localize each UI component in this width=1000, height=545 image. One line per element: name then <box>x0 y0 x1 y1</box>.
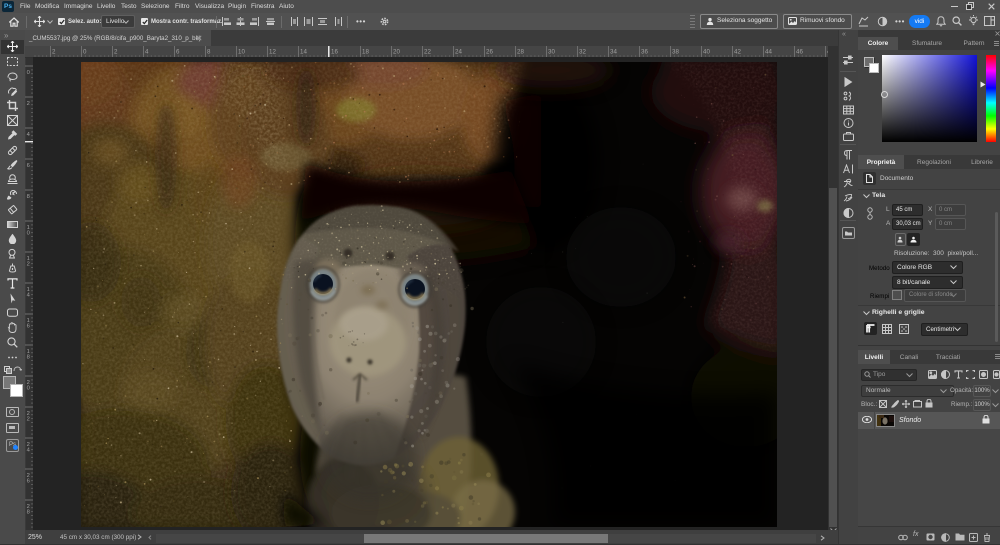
svg-text:24: 24 <box>455 49 462 56</box>
svg-text:44: 44 <box>765 49 772 56</box>
svg-text:42: 42 <box>734 49 741 56</box>
svg-text:10: 10 <box>238 49 245 56</box>
svg-text:38: 38 <box>672 49 679 56</box>
svg-text:32: 32 <box>579 49 586 56</box>
svg-text:8: 8 <box>27 194 30 200</box>
svg-text:2: 2 <box>52 49 56 56</box>
svg-text:34: 34 <box>610 49 617 56</box>
svg-text:14: 14 <box>300 49 307 56</box>
svg-text:16: 16 <box>331 49 338 56</box>
svg-text:18: 18 <box>362 49 369 56</box>
svg-text:30: 30 <box>548 49 555 56</box>
svg-text:4: 4 <box>27 293 31 299</box>
svg-text:6: 6 <box>27 479 30 485</box>
svg-text:2: 2 <box>27 101 30 107</box>
svg-text:46: 46 <box>796 49 803 56</box>
svg-text:8: 8 <box>27 355 30 361</box>
svg-text:6: 6 <box>176 49 180 56</box>
svg-text:8: 8 <box>27 510 30 516</box>
svg-text:28: 28 <box>517 49 524 56</box>
svg-text:2: 2 <box>114 49 118 56</box>
svg-text:4: 4 <box>27 448 31 454</box>
svg-text:4: 4 <box>145 49 149 56</box>
svg-text:6: 6 <box>27 324 30 330</box>
svg-text:4: 4 <box>27 132 31 138</box>
svg-text:22: 22 <box>424 49 431 56</box>
svg-text:8: 8 <box>207 49 211 56</box>
svg-text:40: 40 <box>703 49 710 56</box>
svg-text:0: 0 <box>27 386 30 392</box>
svg-text:2: 2 <box>27 417 30 423</box>
svg-text:48: 48 <box>827 49 828 56</box>
svg-text:6: 6 <box>27 163 30 169</box>
svg-text:12: 12 <box>269 49 276 56</box>
svg-text:0: 0 <box>83 49 87 56</box>
svg-text:26: 26 <box>486 49 493 56</box>
svg-text:0: 0 <box>27 70 30 76</box>
svg-text:20: 20 <box>393 49 400 56</box>
svg-text:36: 36 <box>641 49 648 56</box>
svg-text:2: 2 <box>27 262 30 268</box>
svg-text:0: 0 <box>27 231 30 237</box>
